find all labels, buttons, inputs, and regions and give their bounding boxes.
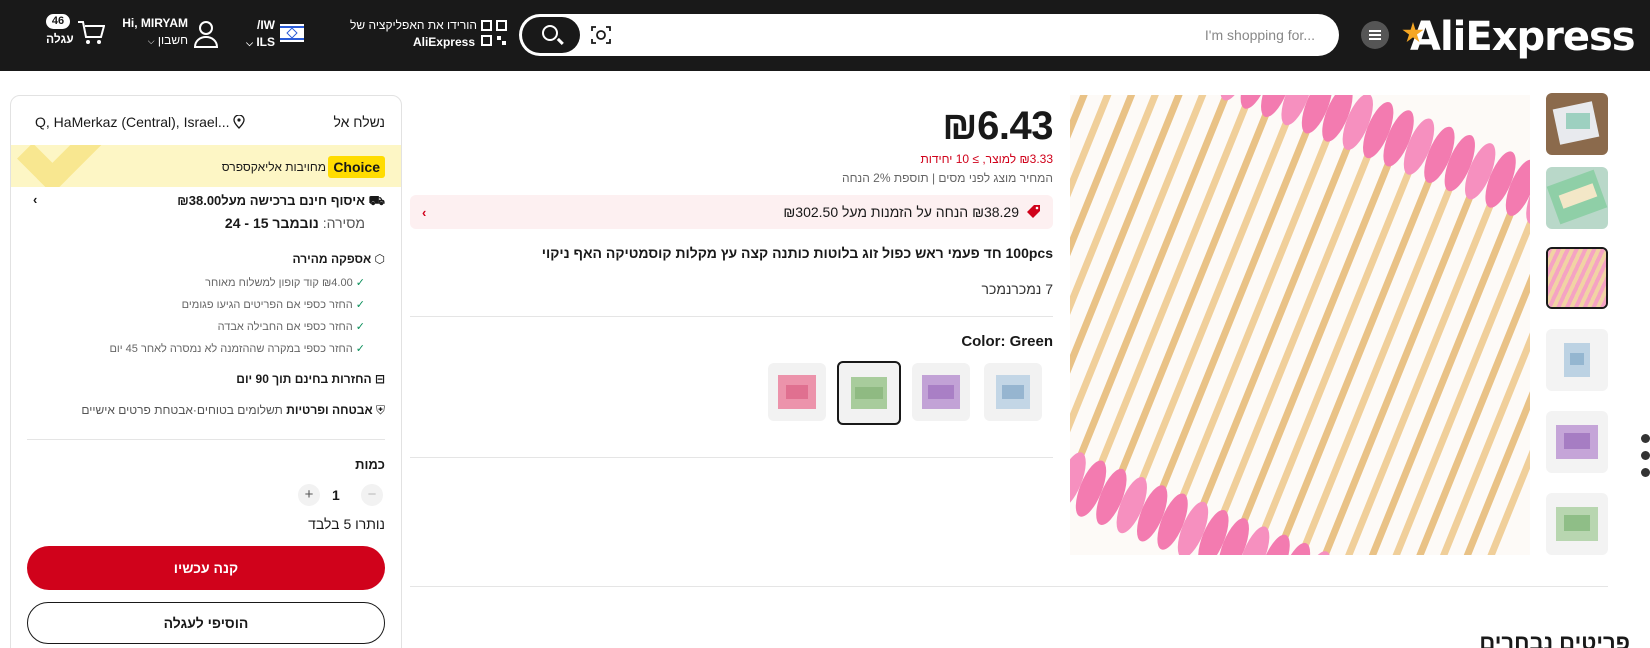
security-row[interactable]: ⛨ אבטחה ופרטיות תשלומים בטוחים·אבטחת פרט…	[81, 403, 385, 418]
divider	[410, 586, 1608, 587]
thumbnail-3-selected[interactable]	[1546, 247, 1608, 309]
stock-left: נותרו 5 בלבד	[308, 516, 385, 532]
benefit-item: ✓ החזר כספי במקרה שההזמנה לא נמסרה לאחר …	[109, 343, 365, 355]
cotton-swabs-image	[1070, 95, 1530, 555]
more-options-icon[interactable]	[1641, 434, 1650, 485]
hamburger-menu-icon[interactable]	[1361, 21, 1389, 49]
choice-decoration	[17, 145, 109, 187]
variant-green-selected[interactable]	[837, 361, 901, 425]
returns-box-icon: ⊟	[374, 372, 385, 386]
variant-purple[interactable]	[912, 363, 970, 421]
israel-flag-icon	[280, 24, 304, 42]
tax-note: המחיר מוצג לפני מסים | תוספת 2% הנחה	[842, 171, 1053, 185]
color-label: Color: Green	[961, 333, 1053, 350]
add-to-cart-button[interactable]: הוסיפי לעגלה	[27, 602, 385, 644]
cart-icon[interactable]	[77, 20, 105, 46]
check-icon: ✓	[355, 299, 365, 311]
cart-count-badge: 46	[46, 14, 70, 29]
variant-blue[interactable]	[984, 363, 1042, 421]
search-bar	[519, 14, 1339, 56]
section-title: פריטים נבחרים	[1479, 630, 1630, 648]
search-input[interactable]	[695, 22, 1315, 48]
search-button[interactable]	[522, 17, 580, 53]
free-shipping-row: ⛟ איסוף חינם ברכישה מעל₪38.00	[177, 193, 385, 208]
package-icon: ⬡	[374, 252, 385, 266]
benefit-item: ✓ ₪4.00 קוד קופון למשלוח מאוחר	[205, 277, 365, 289]
divider	[410, 316, 1053, 317]
promo-banner[interactable]: ₪38.29 הנחה על הזמנות מעל ₪302.50 ‹	[410, 195, 1053, 229]
quantity-decrease-button[interactable]: −	[361, 484, 383, 506]
check-icon: ✓	[355, 343, 365, 355]
thumbnail-6[interactable]	[1546, 493, 1608, 555]
coupon-tag-icon	[1027, 205, 1040, 218]
ship-to-label: נשלח אל	[333, 114, 385, 130]
benefit-item: ✓ החזר כספי אם הפריטים הגיעו פגומים	[181, 299, 365, 311]
choice-banner: Choice מחויבות אליאקספרס	[11, 145, 401, 187]
ship-to-address[interactable]: Q, HaMerkaz (Central), Israel...	[35, 114, 230, 130]
truck-icon: ⛟	[368, 193, 385, 208]
quantity-increase-button[interactable]: +	[298, 484, 320, 506]
check-icon: ✓	[355, 321, 365, 333]
product-title: 100pcs חד פעמי ראש כפול זוג בלוטות כותנה…	[541, 245, 1053, 261]
sold-count: 7 נמכרנמכר	[981, 281, 1053, 297]
divider	[27, 439, 385, 440]
qr-code-icon[interactable]	[481, 20, 507, 46]
aliexpress-logo[interactable]: AliExpress	[1402, 14, 1636, 60]
chevron-down-icon: ⌵	[147, 36, 155, 46]
benefit-item: ✓ החזר כספי אם החבילה אבדה	[217, 321, 365, 333]
product-main-image[interactable]	[1070, 95, 1530, 555]
returns-row[interactable]: ⊟ החזרות בחינם תוך 90 יום	[236, 372, 385, 386]
check-icon: ✓	[355, 277, 365, 289]
choice-commitment-text: מחויבות אליאקספרס	[221, 160, 326, 174]
variant-pink[interactable]	[768, 363, 826, 421]
buy-box: נשלח אל Q, HaMerkaz (Central), Israel...…	[10, 95, 402, 648]
divider	[410, 457, 1053, 458]
chevron-left-icon[interactable]: ‹	[33, 192, 37, 207]
user-icon[interactable]	[193, 20, 219, 48]
chevron-down-icon: ⌵	[246, 38, 253, 48]
account-menu[interactable]: Hi, MIRYAM ⌵ חשבון	[108, 15, 188, 50]
logo-text: AliExpress	[1410, 14, 1636, 60]
chevron-left-icon: ‹	[422, 205, 427, 220]
locale-selector[interactable]: /IW ⌵ ILS	[241, 17, 275, 52]
unit-price: ₪3.33 למוצר, ≥ 10 יחידות	[920, 152, 1053, 166]
app-download-link[interactable]: הורידו את האפליקציה של AliExpress	[350, 17, 477, 51]
product-price: ₪6.43	[942, 104, 1053, 148]
choice-badge: Choice	[328, 156, 385, 178]
thumbnail-2[interactable]	[1546, 167, 1608, 229]
search-icon	[542, 25, 558, 41]
cart-label[interactable]: עגלה	[46, 31, 74, 48]
buy-now-button[interactable]: קנה עכשיו	[27, 546, 385, 590]
thumbnail-1[interactable]	[1546, 93, 1608, 155]
thumbnail-4[interactable]	[1546, 329, 1608, 391]
quantity-label: כמות	[355, 457, 385, 472]
quantity-value[interactable]: 1	[332, 487, 340, 503]
delivery-row: מסירה: נובמבר 15 - 24	[224, 215, 365, 231]
location-pin-icon	[233, 115, 245, 129]
top-header: AliExpress הורידו את האפליקציה של AliExp…	[0, 0, 1650, 71]
thumbnail-5[interactable]	[1546, 411, 1608, 473]
image-search-icon[interactable]	[590, 24, 612, 46]
fast-delivery-row: ⬡ אספקה מהירה	[292, 252, 386, 266]
shield-icon: ⛨	[375, 403, 385, 417]
